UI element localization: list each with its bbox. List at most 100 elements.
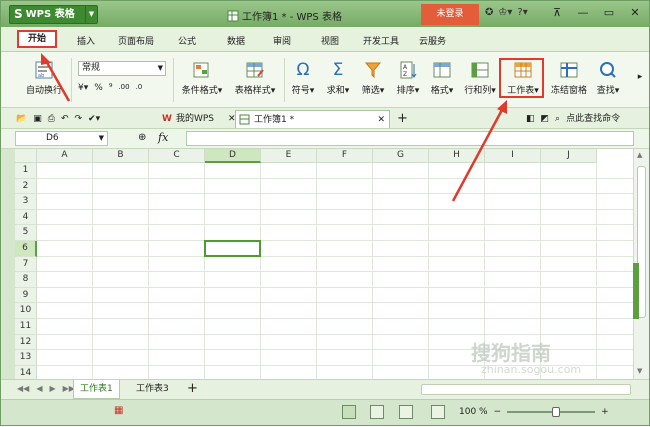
row-header[interactable]: 12: [15, 334, 37, 351]
shirt-icon[interactable]: ♔▾: [498, 7, 512, 18]
sheet-tab-active[interactable]: 工作表1: [73, 380, 120, 399]
reading-view-icon[interactable]: [431, 405, 445, 419]
tab-page-layout[interactable]: 页面布局: [118, 34, 154, 47]
zoom-in-button[interactable]: +: [601, 407, 609, 417]
maximize-button[interactable]: ▭: [597, 1, 621, 25]
close-icon[interactable]: ✕: [377, 112, 385, 128]
normal-view-icon[interactable]: [342, 405, 356, 419]
fx-button[interactable]: fx: [158, 131, 168, 144]
prev-sheet-icon[interactable]: ◀: [36, 384, 42, 393]
tab-formula[interactable]: 公式: [178, 34, 196, 47]
sheet-tab[interactable]: 工作表3: [130, 380, 175, 399]
add-sheet-button[interactable]: +: [181, 380, 204, 399]
backup-icon[interactable]: ◧: [526, 111, 535, 127]
row-header[interactable]: 1: [15, 163, 37, 179]
number-format-select[interactable]: 常规 ▼: [78, 61, 166, 76]
zoom-out-button[interactable]: −: [494, 407, 502, 417]
undo-icon[interactable]: ↶: [61, 111, 69, 127]
app-menu-button[interactable]: S WPS 表格 ▼: [9, 5, 98, 24]
row-header[interactable]: 10: [15, 303, 37, 319]
column-header[interactable]: D: [205, 149, 261, 163]
command-search[interactable]: 点此查找命令: [566, 111, 620, 127]
print-icon[interactable]: ⎙: [48, 111, 55, 127]
conditional-format-button[interactable]: 条件格式▾: [178, 60, 226, 96]
column-header[interactable]: F: [317, 149, 373, 163]
currency-icon[interactable]: ¥▾: [78, 83, 88, 93]
find-button[interactable]: 查找▾: [593, 60, 623, 96]
tab-my-wps[interactable]: W 我的WPS ✕: [159, 110, 236, 128]
tab-view[interactable]: 视图: [321, 34, 339, 47]
zoom-slider-thumb[interactable]: [551, 407, 560, 417]
chevron-down-icon[interactable]: ▼: [99, 132, 104, 145]
tab-developer[interactable]: 开发工具: [363, 34, 399, 47]
row-col-button[interactable]: 行和列▾: [462, 60, 498, 96]
zoom-slider[interactable]: [507, 407, 596, 417]
wrap-text-button[interactable]: ab 自动换行: [23, 60, 65, 96]
table-style-button[interactable]: 表格样式▾: [231, 60, 279, 96]
tab-home[interactable]: 开始: [17, 30, 57, 48]
zoom-level[interactable]: 100 %: [459, 407, 488, 417]
column-header[interactable]: B: [93, 149, 149, 163]
minimize-button[interactable]: —: [571, 1, 595, 25]
symbol-button[interactable]: Ω 符号▾: [288, 60, 318, 96]
row-header[interactable]: 13: [15, 350, 37, 366]
open-icon[interactable]: 📂: [16, 111, 27, 127]
tab-insert[interactable]: 插入: [77, 34, 95, 47]
row-header[interactable]: 5: [15, 225, 37, 241]
decrease-decimal-button[interactable]: .0: [136, 83, 143, 93]
sort-button[interactable]: AZ 排序▾: [393, 60, 423, 96]
row-header[interactable]: 9: [15, 287, 37, 304]
row-header[interactable]: 8: [15, 272, 37, 288]
row-header[interactable]: 11: [15, 319, 37, 335]
select-all-corner[interactable]: [15, 149, 37, 163]
tab-cloud[interactable]: 云服务: [419, 34, 446, 47]
redo-icon[interactable]: ↷: [74, 111, 82, 127]
scroll-down-icon[interactable]: ▼: [637, 367, 642, 375]
increase-decimal-button[interactable]: .00: [118, 83, 129, 93]
first-sheet-icon[interactable]: ◀◀: [17, 384, 29, 393]
page-break-view-icon[interactable]: [399, 405, 413, 419]
sum-button[interactable]: Σ 求和▾: [323, 60, 353, 96]
row-header[interactable]: 4: [15, 209, 37, 226]
help-icon[interactable]: ?▾: [517, 7, 527, 18]
chevron-down-icon[interactable]: ▼: [85, 6, 97, 23]
column-header[interactable]: G: [373, 149, 429, 163]
side-panel-handle[interactable]: [633, 263, 639, 319]
column-header[interactable]: J: [541, 149, 597, 163]
selected-cell[interactable]: [204, 240, 261, 257]
scroll-up-icon[interactable]: ▲: [637, 151, 642, 159]
filter-button[interactable]: 筛选▾: [358, 60, 388, 96]
thousand-separator-button[interactable]: ⁹: [109, 83, 113, 93]
column-header[interactable]: E: [261, 149, 317, 163]
pin-icon[interactable]: ✔▾: [88, 111, 100, 127]
freeze-panes-button[interactable]: 冻结窗格: [549, 60, 589, 96]
skin-icon[interactable]: ✪: [485, 7, 493, 18]
next-sheet-icon[interactable]: ▶: [49, 384, 55, 393]
horizontal-scrollbar[interactable]: [421, 384, 631, 395]
row-header[interactable]: 7: [15, 256, 37, 273]
close-button[interactable]: ✕: [623, 1, 647, 25]
format-button[interactable]: 格式▾: [427, 60, 457, 96]
save-icon[interactable]: ▣: [33, 111, 42, 127]
page-layout-view-icon[interactable]: [370, 405, 384, 419]
row-header[interactable]: 2: [15, 178, 37, 195]
zoom-formula-icon[interactable]: ⊕: [138, 132, 146, 143]
search-icon[interactable]: ⌕: [555, 111, 560, 127]
share-icon[interactable]: ◩: [541, 111, 550, 127]
new-tab-button[interactable]: +: [394, 110, 408, 128]
calendar-icon[interactable]: ▦: [114, 405, 123, 416]
column-header[interactable]: I: [485, 149, 541, 163]
column-header[interactable]: A: [37, 149, 93, 163]
tab-data[interactable]: 数据: [227, 34, 245, 47]
tab-review[interactable]: 审阅: [273, 34, 291, 47]
row-header[interactable]: 3: [15, 194, 37, 210]
login-button[interactable]: 未登录: [421, 4, 479, 25]
pin-icon[interactable]: ⊼: [545, 1, 569, 25]
percent-button[interactable]: %: [94, 83, 103, 93]
row-header[interactable]: 6: [15, 241, 37, 257]
name-box[interactable]: D6 ▼: [15, 131, 108, 146]
column-header[interactable]: H: [429, 149, 485, 163]
row-header[interactable]: 14: [15, 365, 37, 379]
tab-document[interactable]: 工作簿1 * ✕: [235, 110, 390, 128]
column-header[interactable]: C: [149, 149, 205, 163]
